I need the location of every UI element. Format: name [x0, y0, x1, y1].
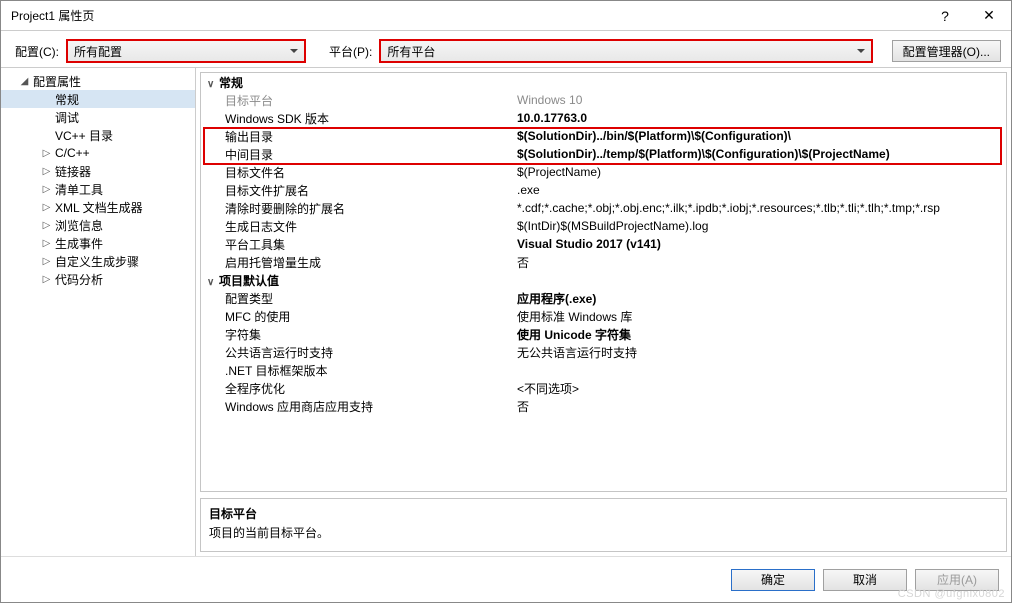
- prop-val-g1-4[interactable]: $(ProjectName): [511, 163, 1006, 181]
- prop-key-g1-2[interactable]: 输出目录: [201, 127, 511, 145]
- prop-val-g2-5[interactable]: <不同选项>: [511, 379, 1006, 397]
- collapse-icon: ∨: [207, 277, 217, 288]
- expand-icon: ▷: [41, 166, 52, 177]
- collapse-icon: ∨: [207, 79, 217, 90]
- group-header[interactable]: ∨常规: [201, 73, 1006, 91]
- prop-val-g2-0[interactable]: 应用程序(.exe): [511, 289, 1006, 307]
- platform-label: 平台(P):: [325, 43, 376, 60]
- prop-val-g1-9[interactable]: 否: [511, 253, 1006, 271]
- prop-val-g1-8[interactable]: Visual Studio 2017 (v141): [511, 235, 1006, 253]
- prop-val-g1-5[interactable]: .exe: [511, 181, 1006, 199]
- platform-combo[interactable]: 所有平台: [380, 40, 872, 62]
- tree-item-4[interactable]: ▷链接器: [1, 162, 195, 180]
- prop-key-g2-2[interactable]: 字符集: [201, 325, 511, 343]
- prop-val-g2-1[interactable]: 使用标准 Windows 库: [511, 307, 1006, 325]
- title-bar: Project1 属性页 ? ✕: [1, 1, 1011, 31]
- prop-key-g1-1[interactable]: Windows SDK 版本: [201, 109, 511, 127]
- tree-item-9[interactable]: ▷自定义生成步骤: [1, 252, 195, 270]
- prop-key-g2-6[interactable]: Windows 应用商店应用支持: [201, 397, 511, 415]
- prop-key-g2-3[interactable]: 公共语言运行时支持: [201, 343, 511, 361]
- prop-val-g2-4[interactable]: [511, 361, 1006, 379]
- configuration-manager-button[interactable]: 配置管理器(O)...: [892, 40, 1001, 62]
- apply-button[interactable]: 应用(A): [915, 569, 999, 591]
- expand-icon: ▷: [41, 274, 52, 285]
- prop-key-g1-0[interactable]: 目标平台: [201, 91, 511, 109]
- right-pane: ∨常规目标平台Windows 10Windows SDK 版本10.0.1776…: [196, 68, 1011, 556]
- prop-key-g2-1[interactable]: MFC 的使用: [201, 307, 511, 325]
- prop-key-g1-5[interactable]: 目标文件扩展名: [201, 181, 511, 199]
- expand-icon: ▷: [41, 238, 52, 249]
- tree-root-node[interactable]: ◢配置属性: [1, 72, 195, 90]
- tree-item-3[interactable]: ▷C/C++: [1, 144, 195, 162]
- tree-item-6[interactable]: ▷XML 文档生成器: [1, 198, 195, 216]
- cancel-button[interactable]: 取消: [823, 569, 907, 591]
- category-tree[interactable]: ◢配置属性常规调试VC++ 目录▷C/C++▷链接器▷清单工具▷XML 文档生成…: [1, 68, 196, 556]
- tree-item-5[interactable]: ▷清单工具: [1, 180, 195, 198]
- expand-icon: ▷: [41, 256, 52, 267]
- prop-val-g1-0[interactable]: Windows 10: [511, 91, 1006, 109]
- prop-val-g1-3[interactable]: $(SolutionDir)../temp/$(Platform)\$(Conf…: [511, 145, 1006, 163]
- description-body: 项目的当前目标平台。: [209, 524, 998, 541]
- platform-value: 所有平台: [387, 43, 435, 60]
- tree-item-2[interactable]: VC++ 目录: [1, 126, 195, 144]
- prop-key-g1-8[interactable]: 平台工具集: [201, 235, 511, 253]
- prop-key-g1-9[interactable]: 启用托管增量生成: [201, 253, 511, 271]
- prop-val-g2-2[interactable]: 使用 Unicode 字符集: [511, 325, 1006, 343]
- prop-val-g1-6[interactable]: *.cdf;*.cache;*.obj;*.obj.enc;*.ilk;*.ip…: [511, 199, 1006, 217]
- expand-icon: ▷: [41, 220, 52, 231]
- property-grid[interactable]: ∨常规目标平台Windows 10Windows SDK 版本10.0.1776…: [200, 72, 1007, 492]
- prop-key-g1-3[interactable]: 中间目录: [201, 145, 511, 163]
- prop-val-g1-7[interactable]: $(IntDir)$(MSBuildProjectName).log: [511, 217, 1006, 235]
- prop-val-g2-3[interactable]: 无公共语言运行时支持: [511, 343, 1006, 361]
- prop-val-g1-2[interactable]: $(SolutionDir)../bin/$(Platform)\$(Confi…: [511, 127, 1006, 145]
- prop-key-g1-4[interactable]: 目标文件名: [201, 163, 511, 181]
- ok-button[interactable]: 确定: [731, 569, 815, 591]
- prop-val-g1-1[interactable]: 10.0.17763.0: [511, 109, 1006, 127]
- dialog-footer: 确定 取消 应用(A): [1, 556, 1011, 602]
- prop-key-g2-4[interactable]: .NET 目标框架版本: [201, 361, 511, 379]
- expand-icon: ▷: [41, 148, 52, 159]
- prop-key-g2-5[interactable]: 全程序优化: [201, 379, 511, 397]
- property-page-dialog: Project1 属性页 ? ✕ 配置(C): 所有配置 平台(P): 所有平台…: [0, 0, 1012, 603]
- prop-key-g1-7[interactable]: 生成日志文件: [201, 217, 511, 235]
- expand-icon: ▷: [41, 202, 52, 213]
- help-button[interactable]: ?: [923, 1, 967, 31]
- toolbar: 配置(C): 所有配置 平台(P): 所有平台 配置管理器(O)...: [1, 31, 1011, 67]
- close-button[interactable]: ✕: [967, 1, 1011, 31]
- description-title: 目标平台: [209, 505, 998, 522]
- expand-icon: ▷: [41, 184, 52, 195]
- configuration-value: 所有配置: [74, 43, 122, 60]
- tree-item-0[interactable]: 常规: [1, 90, 195, 108]
- description-panel: 目标平台 项目的当前目标平台。: [200, 498, 1007, 552]
- window-title: Project1 属性页: [11, 7, 923, 24]
- tree-item-10[interactable]: ▷代码分析: [1, 270, 195, 288]
- group-header[interactable]: ∨项目默认值: [201, 271, 1006, 289]
- prop-key-g1-6[interactable]: 清除时要删除的扩展名: [201, 199, 511, 217]
- tree-item-1[interactable]: 调试: [1, 108, 195, 126]
- collapse-icon: ◢: [19, 76, 30, 87]
- configuration-combo[interactable]: 所有配置: [67, 40, 305, 62]
- tree-item-8[interactable]: ▷生成事件: [1, 234, 195, 252]
- prop-val-g2-6[interactable]: 否: [511, 397, 1006, 415]
- tree-item-7[interactable]: ▷浏览信息: [1, 216, 195, 234]
- config-label: 配置(C):: [11, 43, 63, 60]
- prop-key-g2-0[interactable]: 配置类型: [201, 289, 511, 307]
- body: ◢配置属性常规调试VC++ 目录▷C/C++▷链接器▷清单工具▷XML 文档生成…: [1, 67, 1011, 556]
